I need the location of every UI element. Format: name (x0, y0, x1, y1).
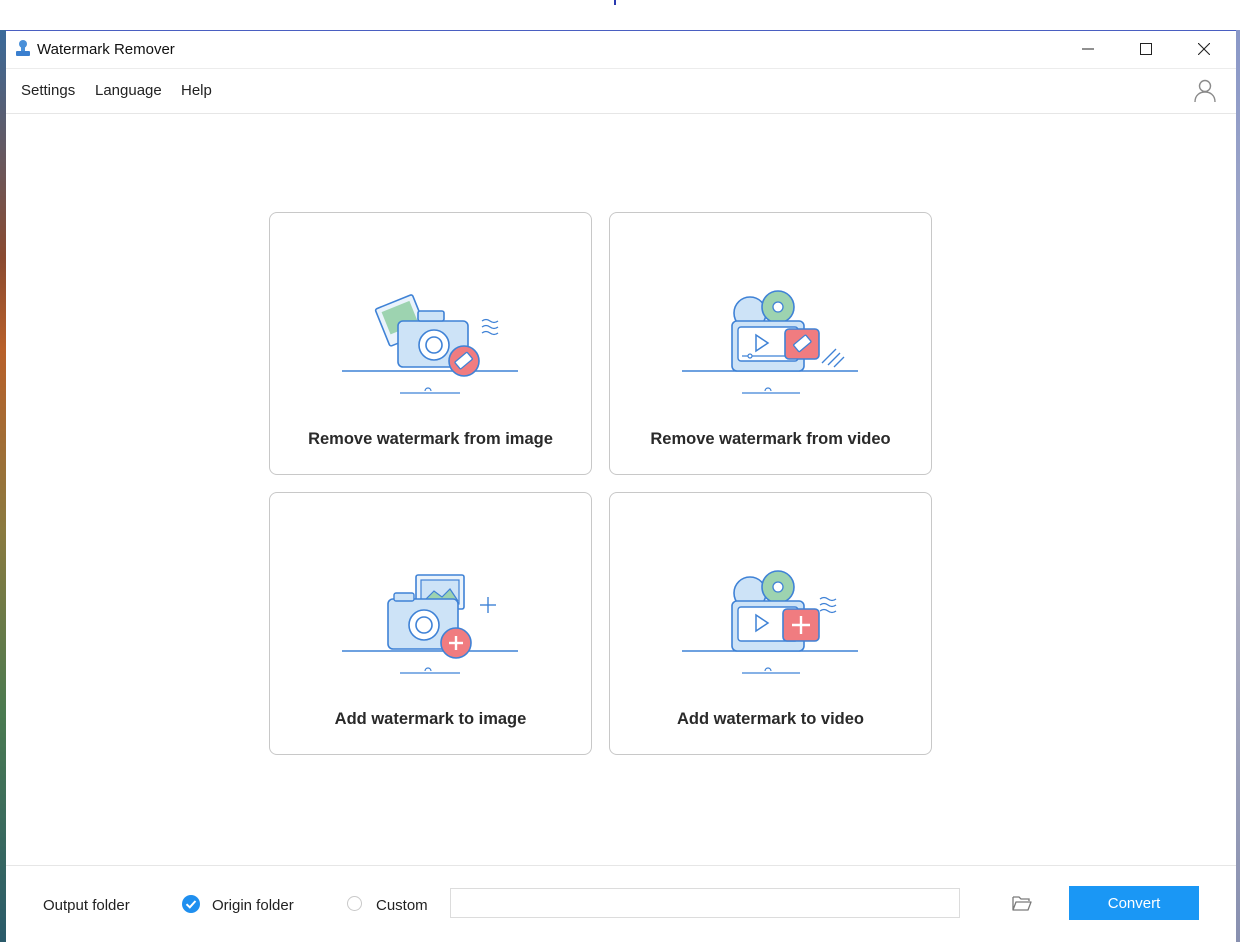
output-bar: Output folder Origin folder Custom Conve… (6, 865, 1236, 942)
app-window: Watermark Remover Settings Language Help (6, 30, 1236, 941)
menu-language[interactable]: Language (95, 82, 162, 99)
title-bar: Watermark Remover (6, 31, 1236, 67)
camera-add-icon (342, 574, 518, 674)
folder-open-icon[interactable] (1011, 893, 1033, 913)
app-title: Watermark Remover (37, 41, 175, 58)
minimize-button[interactable] (1059, 31, 1117, 67)
origin-folder-label[interactable]: Origin folder (212, 897, 294, 914)
desktop-mark (614, 0, 616, 5)
add-watermark-image-card[interactable]: Add watermark to image (269, 492, 592, 755)
card-label: Add watermark to video (676, 710, 865, 728)
custom-path-input[interactable] (450, 888, 960, 918)
camera-eraser-icon (342, 294, 518, 394)
checkmark-icon (185, 900, 197, 909)
card-label: Remove watermark from image (308, 430, 553, 448)
origin-folder-radio[interactable] (182, 895, 200, 913)
maximize-button[interactable] (1117, 31, 1175, 67)
remove-watermark-video-card[interactable]: Remove watermark from video (609, 212, 932, 475)
add-watermark-video-card[interactable]: Add watermark to video (609, 492, 932, 755)
close-button[interactable] (1175, 31, 1233, 67)
maximize-icon (1140, 43, 1152, 55)
output-folder-label: Output folder (43, 897, 130, 914)
menu-settings[interactable]: Settings (21, 82, 75, 99)
close-icon (1198, 43, 1210, 55)
card-label: Remove watermark from video (650, 430, 891, 448)
video-add-icon (682, 570, 858, 674)
card-label: Add watermark to image (334, 710, 527, 728)
menu-help[interactable]: Help (181, 82, 212, 99)
desktop-background-right (1236, 30, 1240, 942)
custom-label[interactable]: Custom (376, 897, 428, 914)
video-eraser-icon (682, 290, 858, 394)
menu-bar: Settings Language Help (6, 68, 1236, 114)
app-logo-icon (16, 40, 30, 56)
user-icon[interactable] (1192, 78, 1218, 104)
custom-radio[interactable] (347, 896, 362, 911)
remove-watermark-image-card[interactable]: Remove watermark from image (269, 212, 592, 475)
convert-button[interactable]: Convert (1069, 886, 1199, 920)
minimize-icon (1082, 48, 1094, 50)
